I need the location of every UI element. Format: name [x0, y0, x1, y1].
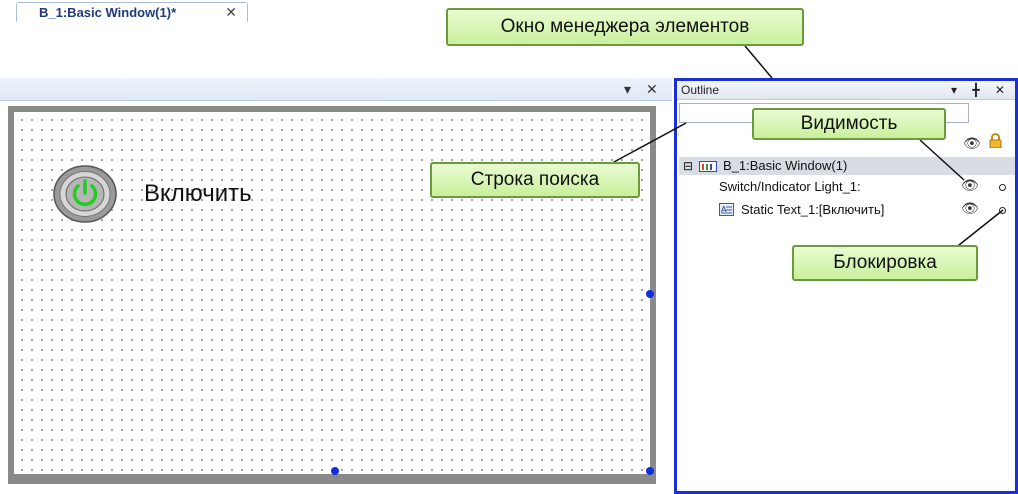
callout-lock-text: Блокировка — [833, 252, 937, 273]
callout-search-bar-text: Строка поиска — [470, 169, 600, 190]
callout-visibility: Видимость — [752, 108, 946, 140]
outline-header: Outline ▾ ╋ ✕ — [677, 81, 1015, 100]
tree-root-row[interactable]: ⊟ B_1:Basic Window(1) — [679, 157, 1015, 175]
static-text-label[interactable]: Включить — [144, 180, 252, 208]
tree-item-switch-light[interactable]: Switch/Indicator Light_1: — [719, 178, 861, 196]
static-text-icon: A — [719, 203, 734, 216]
close-icon[interactable]: ✕ — [646, 80, 658, 98]
resize-handle-right[interactable] — [646, 290, 654, 298]
outline-header-icons[interactable]: ▾ ╋ ✕ — [951, 81, 1011, 99]
power-icon[interactable] — [52, 164, 118, 224]
static-text-lock-toggle[interactable] — [999, 207, 1006, 214]
callout-search-bar: Строка поиска — [430, 162, 640, 198]
dropdown-pin-icon[interactable]: ▾ — [624, 80, 631, 98]
switch-eye-icon[interactable]: 👁 — [961, 177, 979, 194]
tree-item-label: Static Text_1:[Включить] — [741, 202, 885, 217]
lock-header-padlock-icon[interactable] — [989, 133, 1002, 148]
outline-panel: Outline ▾ ╋ ✕ 👁 ⊟ B_1:Basic Window(1) Sw… — [674, 78, 1018, 494]
tab-close-icon[interactable]: ✕ — [225, 3, 237, 22]
outline-title: Outline — [681, 83, 720, 97]
callout-visibility-text: Видимость — [800, 113, 898, 134]
static-text-eye-icon[interactable]: 👁 — [961, 200, 979, 217]
tab-basic-window[interactable]: B_1:Basic Window(1)* ✕ — [16, 2, 248, 22]
resize-handle-bottom[interactable] — [331, 467, 339, 475]
tree-item-label: Switch/Indicator Light_1: — [719, 179, 861, 194]
tree-root-label: B_1:Basic Window(1) — [723, 158, 848, 173]
window-icon — [699, 161, 717, 172]
callout-element-manager: Окно менеджера элементов — [446, 8, 804, 46]
tree-collapse-icon[interactable]: ⊟ — [683, 157, 693, 175]
switch-lock-toggle[interactable] — [999, 184, 1006, 191]
editor-tab-strip — [0, 78, 672, 101]
tab-label: B_1:Basic Window(1)* — [39, 5, 177, 20]
visibility-header-eye-icon[interactable]: 👁 — [963, 135, 981, 152]
resize-handle-corner[interactable] — [646, 467, 654, 475]
callout-lock: Блокировка — [792, 245, 978, 281]
callout-element-manager-text: Окно менеджера элементов — [500, 16, 750, 37]
